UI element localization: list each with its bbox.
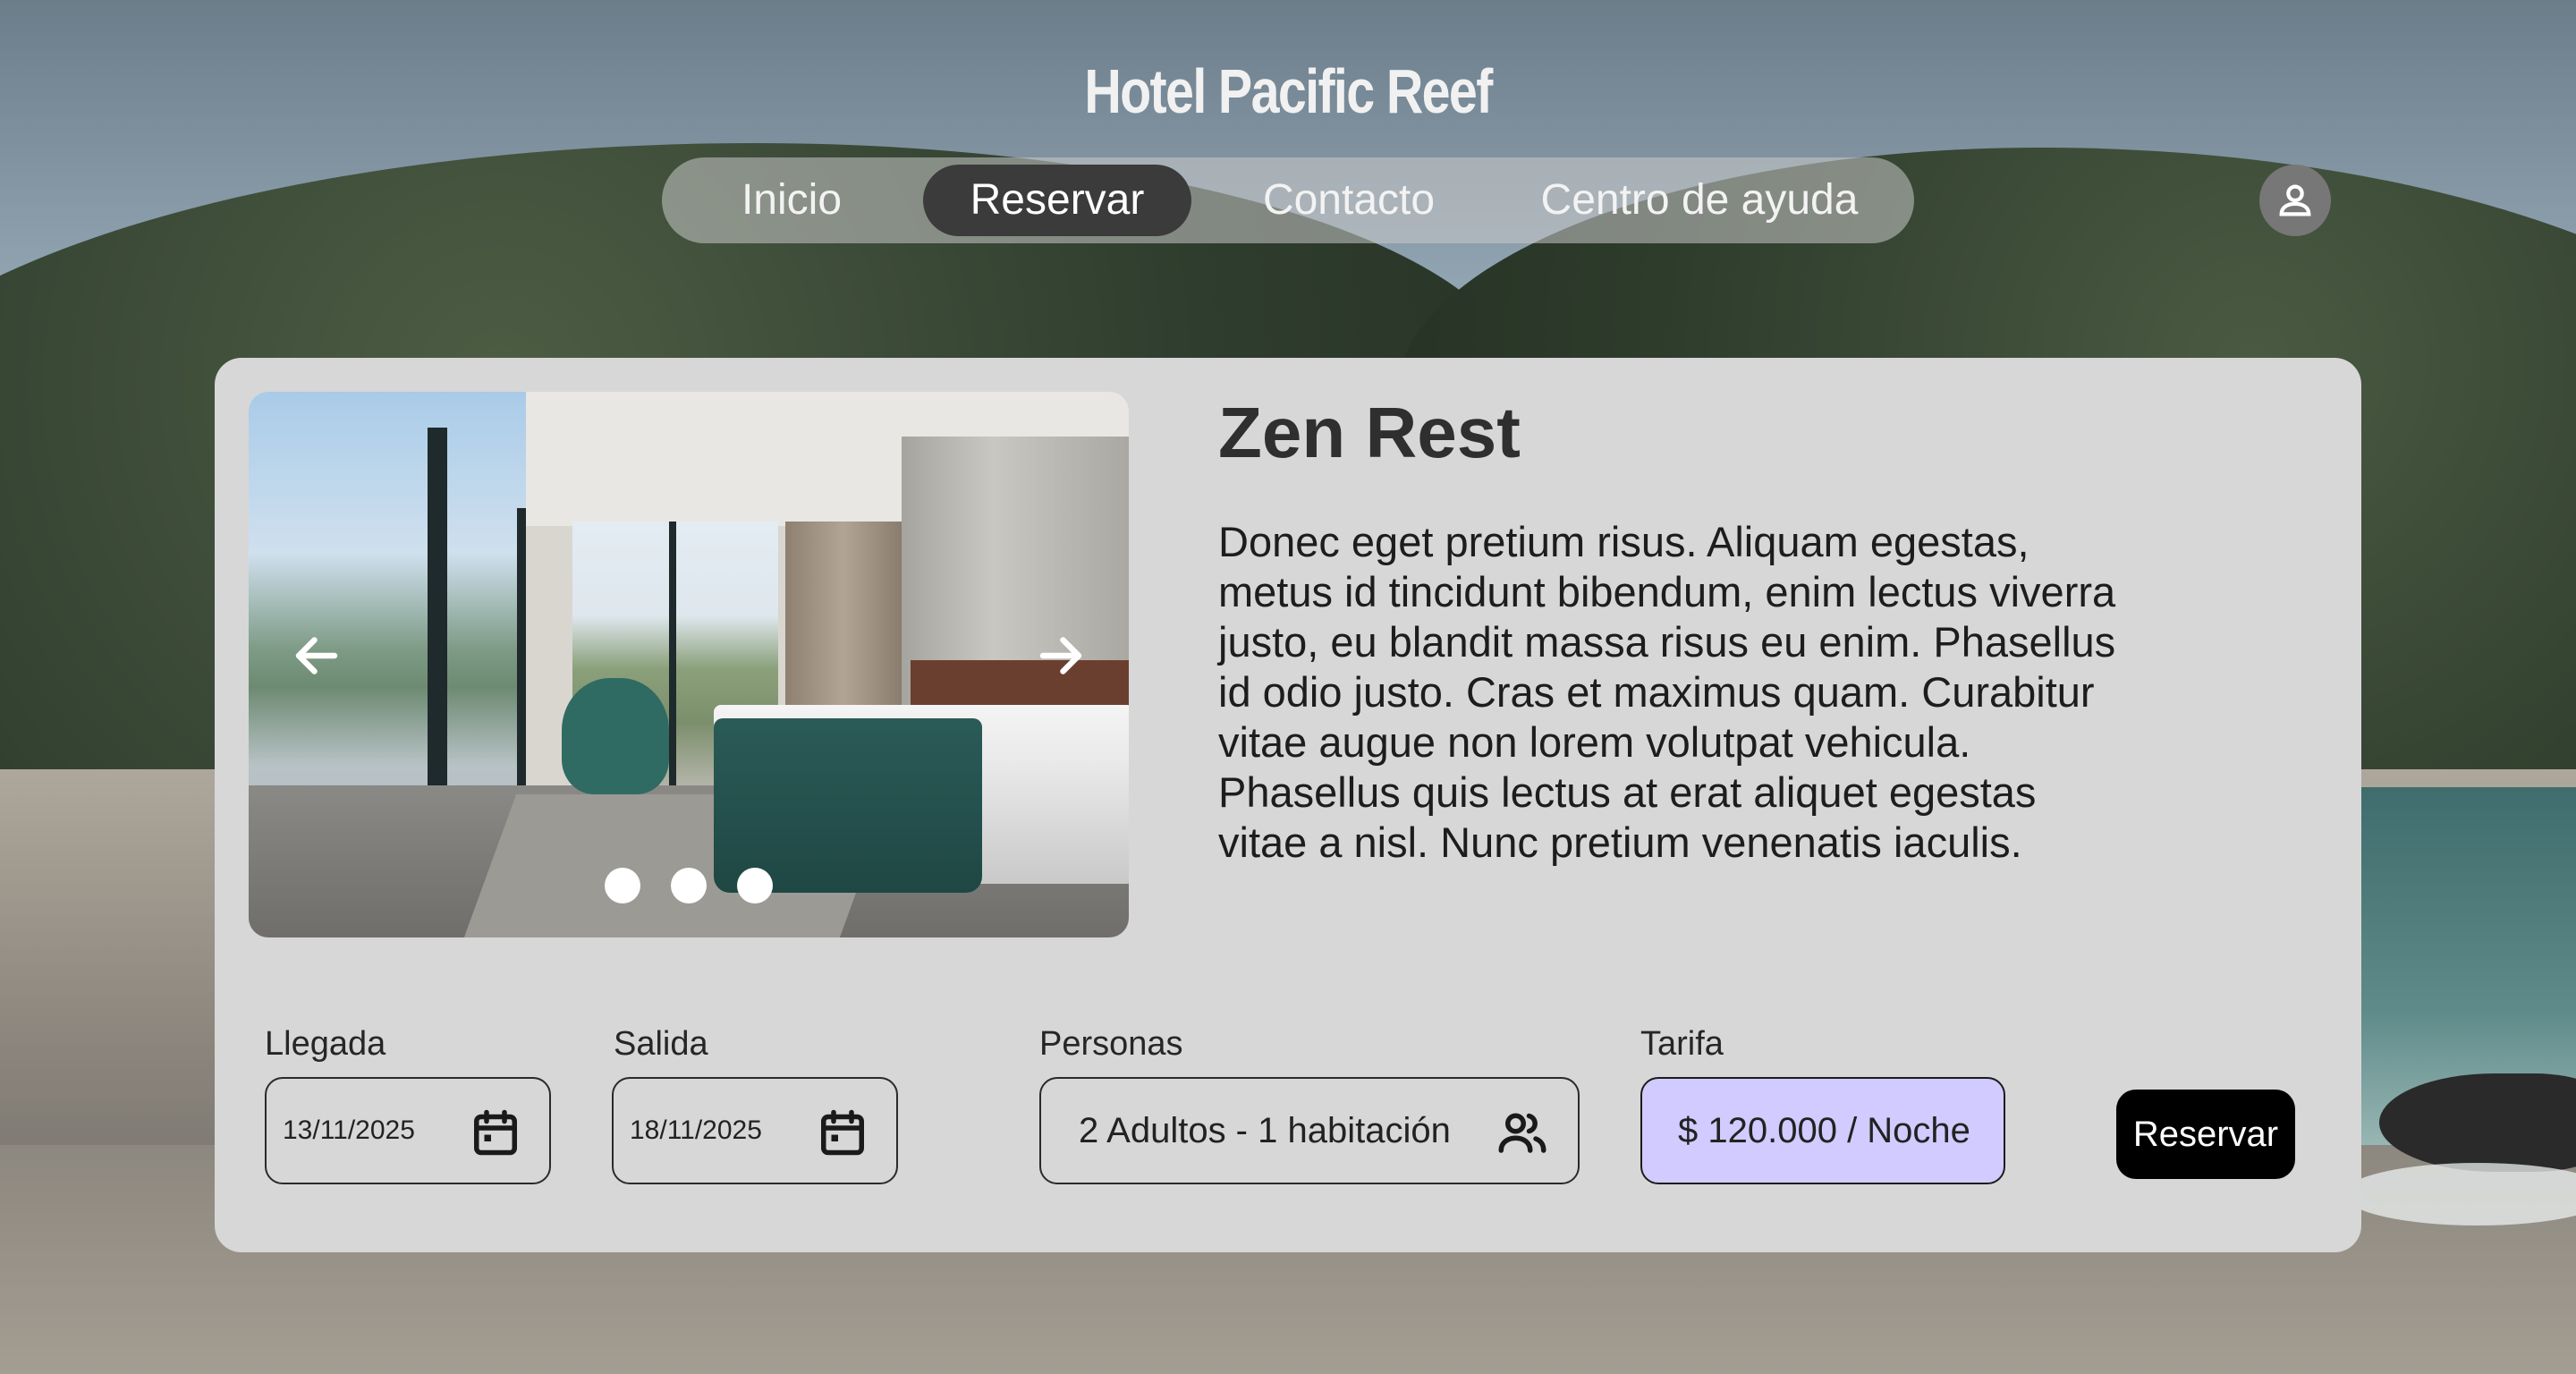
arrival-date-field[interactable]: 13/11/2025 (265, 1077, 551, 1184)
calendar-icon[interactable] (816, 1106, 869, 1159)
gallery-dot[interactable] (737, 868, 773, 903)
room-description: Donec eget pretium risus. Aliquam egesta… (1218, 518, 2116, 866)
calendar-icon[interactable] (469, 1106, 522, 1159)
people-selector[interactable]: 2 Adultos - 1 habitación (1039, 1077, 1580, 1184)
departure-label: Salida (614, 1025, 708, 1063)
departure-date-value: 18/11/2025 (630, 1115, 762, 1145)
arrival-date-value: 13/11/2025 (283, 1115, 415, 1145)
rate-value: $ 120.000 / Noche (1678, 1111, 1970, 1150)
room-title: Zen Rest (1218, 393, 1521, 472)
rate-label: Tarifa (1640, 1025, 1724, 1063)
user-account-button[interactable] (2259, 165, 2331, 236)
room-card: Zen Rest Donec eget pretium risus. Aliqu… (215, 358, 2361, 1252)
room-gallery (249, 392, 1129, 937)
people-value: 2 Adultos - 1 habitación (1079, 1111, 1451, 1150)
arrival-label: Llegada (265, 1025, 386, 1063)
main-nav: Inicio Reservar Contacto Centro de ayuda (662, 157, 1914, 243)
people-icon (1498, 1113, 1546, 1153)
nav-item-contacto[interactable]: Contacto (1215, 165, 1483, 236)
departure-date-field[interactable]: 18/11/2025 (612, 1077, 898, 1184)
nav-item-reservar[interactable]: Reservar (923, 165, 1191, 236)
nav-item-centro-de-ayuda[interactable]: Centro de ayuda (1516, 165, 1883, 236)
chevron-left-icon[interactable] (290, 629, 343, 683)
gallery-pagination (605, 868, 784, 907)
site-title: Hotel Pacific Reef (1084, 56, 1493, 126)
user-icon (2279, 184, 2311, 216)
people-label: Personas (1039, 1025, 1183, 1063)
nav-item-inicio[interactable]: Inicio (698, 165, 886, 236)
rate-display: $ 120.000 / Noche (1640, 1077, 2005, 1184)
gallery-dot[interactable] (671, 868, 707, 903)
gallery-dot[interactable] (605, 868, 640, 903)
chevron-right-icon[interactable] (1034, 629, 1088, 683)
reserve-button[interactable]: Reservar (2116, 1090, 2295, 1179)
